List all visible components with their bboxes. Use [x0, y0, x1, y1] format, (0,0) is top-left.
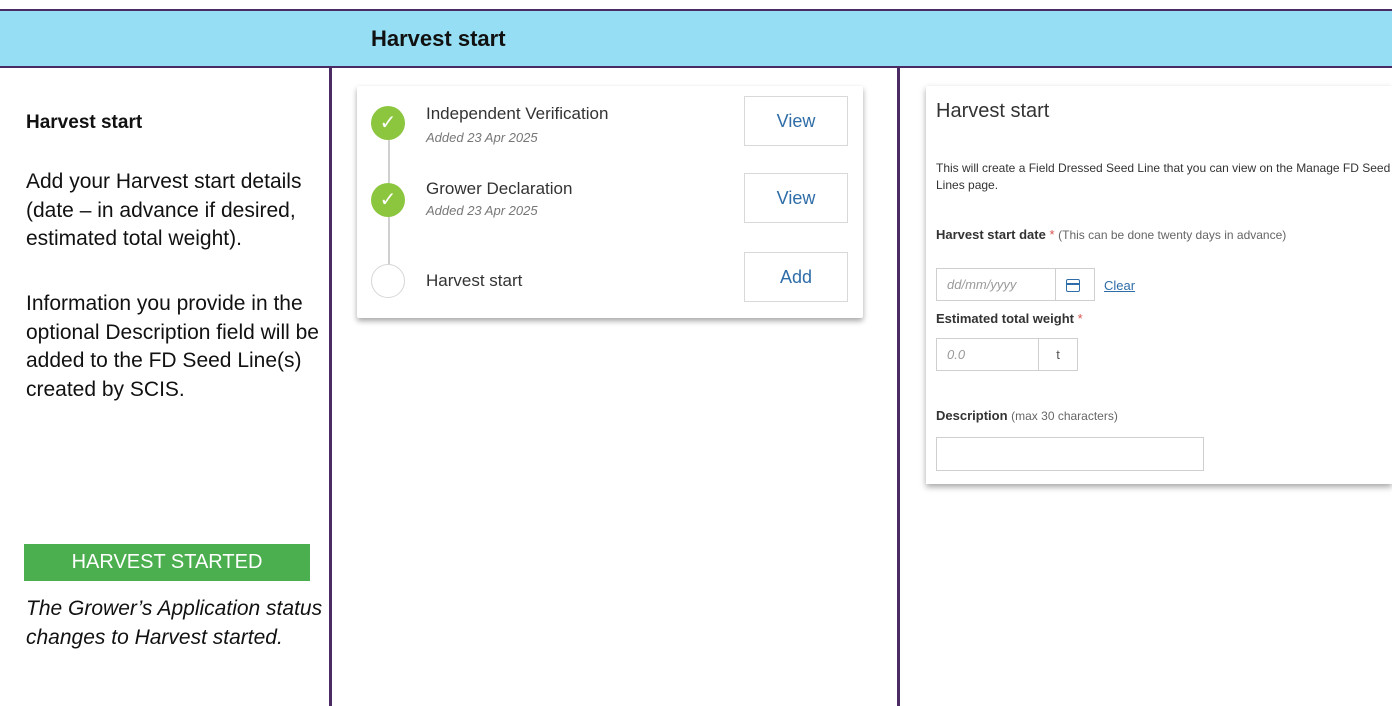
instructions-heading: Harvest start [26, 112, 143, 133]
timeline-item-title: Grower Declaration [426, 179, 573, 198]
view-grower-declaration-button[interactable]: View [744, 173, 848, 223]
status-note: The Grower’s Application status changes … [26, 597, 323, 649]
estimated-weight-input[interactable]: 0.0 [936, 338, 1039, 371]
form-intro: This will create a Field Dressed Seed Li… [936, 161, 1391, 192]
calendar-icon [1066, 279, 1080, 292]
calendar-button[interactable] [1055, 268, 1095, 301]
harvest-start-date-label: Harvest start date * (This can be done t… [936, 227, 1286, 242]
harvest-start-form: Harvest start This will create a Field D… [926, 86, 1392, 484]
clear-date-link[interactable]: Clear [1104, 278, 1135, 293]
empty-circle-icon [371, 264, 405, 298]
instructions-paragraph-description: Information you provide in the optional … [26, 292, 319, 401]
status-badge: HARVEST STARTED [24, 544, 310, 581]
instructions-paragraph-details: Add your Harvest start details (date – i… [26, 170, 302, 250]
description-label-text: Description [936, 408, 1008, 423]
timeline-item-grower-declaration: ✓ Grower Declaration Added 23 Apr 2025 V… [357, 169, 863, 229]
add-harvest-start-button[interactable]: Add [744, 252, 848, 302]
timeline-item-date: Added 23 Apr 2025 [426, 130, 538, 145]
required-marker: * [1077, 311, 1083, 326]
timeline-item-independent-verification: ✓ Independent Verification Added 23 Apr … [357, 92, 863, 152]
banner-title: Harvest start [371, 26, 506, 51]
weight-label-text: Estimated total weight [936, 311, 1074, 326]
date-hint: (This can be done twenty days in advance… [1058, 228, 1287, 242]
timeline-item-title: Harvest start [426, 271, 523, 290]
timeline-item-title: Independent Verification [426, 104, 609, 123]
date-label-text: Harvest start date [936, 227, 1046, 242]
description-input[interactable] [936, 437, 1204, 471]
description-hint: (max 30 characters) [1011, 409, 1118, 423]
timeline-item-harvest-start: Harvest start Add [357, 246, 863, 306]
timeline-item-date: Added 23 Apr 2025 [426, 203, 538, 218]
column-divider-left [329, 68, 332, 706]
required-marker: * [1049, 227, 1055, 242]
section-banner: Harvest start [0, 9, 1392, 68]
timeline-card: ✓ Independent Verification Added 23 Apr … [357, 86, 863, 318]
check-icon: ✓ [371, 183, 405, 217]
harvest-start-date-input[interactable]: dd/mm/yyyy [936, 268, 1056, 301]
estimated-weight-label: Estimated total weight * [936, 311, 1083, 326]
form-title: Harvest start [936, 100, 1050, 122]
check-icon: ✓ [371, 106, 405, 140]
description-label: Description (max 30 characters) [936, 408, 1118, 423]
view-independent-verification-button[interactable]: View [744, 96, 848, 146]
weight-unit-addon: t [1038, 338, 1078, 371]
column-divider-right [897, 68, 900, 706]
